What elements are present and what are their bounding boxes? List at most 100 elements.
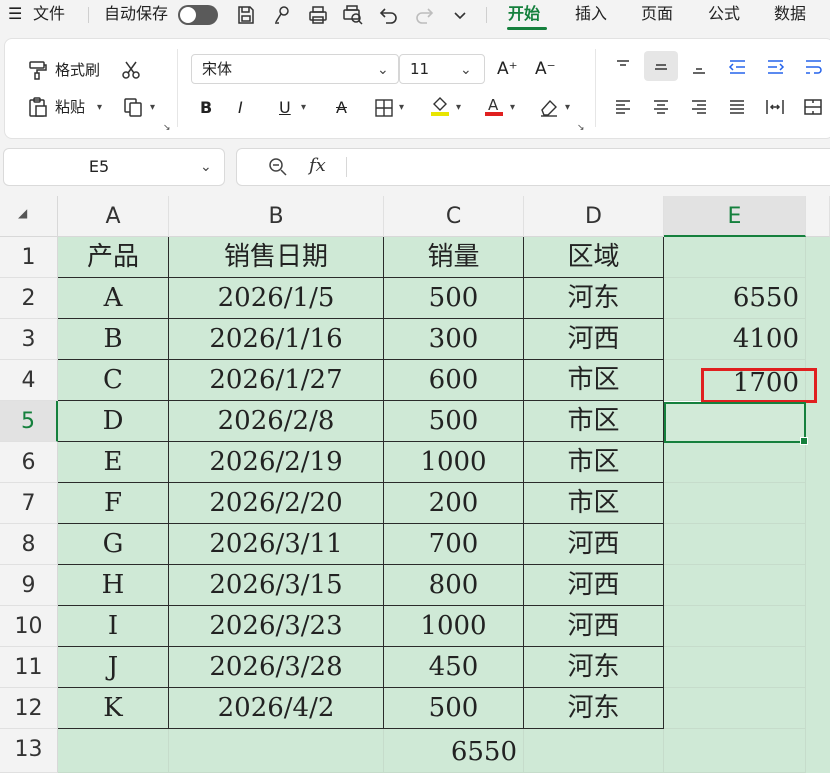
increase-indent-icon[interactable]	[764, 56, 786, 78]
table-cell[interactable]: 700	[384, 524, 524, 565]
hamburger-icon[interactable]: ☰	[8, 0, 22, 30]
row-header[interactable]: 10	[0, 606, 58, 647]
row-header[interactable]: 9	[0, 565, 58, 606]
table-cell[interactable]: 1000	[384, 442, 524, 483]
table-cell[interactable]: 市区	[524, 401, 664, 442]
table-cell[interactable]: 河东	[524, 278, 664, 319]
chevron-down-icon[interactable]: ▾	[97, 102, 102, 113]
chevron-down-icon[interactable]: ▾	[565, 102, 570, 113]
table-cell[interactable]: 2026/1/5	[169, 278, 384, 319]
tab-home[interactable]: 开始	[508, 0, 540, 30]
cell-e13[interactable]	[664, 729, 806, 773]
align-bottom-icon[interactable]	[688, 56, 710, 78]
chevron-down-icon[interactable]: ▾	[301, 102, 306, 113]
table-cell[interactable]: 河西	[524, 606, 664, 647]
table-cell[interactable]: 2026/2/20	[169, 483, 384, 524]
column-header-e[interactable]: E	[664, 196, 806, 237]
table-cell[interactable]: 2026/3/11	[169, 524, 384, 565]
tab-formula[interactable]: 公式	[708, 0, 740, 30]
table-cell[interactable]: 2026/3/15	[169, 565, 384, 606]
table-cell[interactable]: C	[58, 360, 169, 401]
table-cell[interactable]: 450	[384, 647, 524, 688]
row-header[interactable]: 6	[0, 442, 58, 483]
dialog-launcher-icon[interactable]: ↘	[163, 123, 171, 133]
print-preview-icon[interactable]	[342, 4, 364, 26]
table-cell[interactable]: 2026/1/27	[169, 360, 384, 401]
cell-d13[interactable]	[524, 729, 664, 773]
table-cell[interactable]: F	[58, 483, 169, 524]
chevron-down-icon[interactable]: ▾	[456, 102, 461, 113]
table-cell[interactable]: 600	[384, 360, 524, 401]
table-header-cell[interactable]: 区域	[524, 237, 664, 278]
column-header-c[interactable]: C	[384, 196, 524, 237]
cell-e3[interactable]: 4100	[664, 319, 806, 360]
row-header[interactable]: 1	[0, 237, 58, 278]
scissors-icon[interactable]	[120, 59, 142, 81]
table-cell[interactable]: 200	[384, 483, 524, 524]
table-cell[interactable]: 河西	[524, 319, 664, 360]
table-cell[interactable]: 800	[384, 565, 524, 606]
redo-icon[interactable]	[413, 4, 435, 26]
table-cell[interactable]: H	[58, 565, 169, 606]
cell-e2[interactable]: 6550	[664, 278, 806, 319]
table-header-cell[interactable]: 产品	[58, 237, 169, 278]
row-header[interactable]: 13	[0, 729, 58, 773]
tab-page[interactable]: 页面	[641, 0, 673, 30]
justify-icon[interactable]	[726, 96, 748, 118]
cell-e6[interactable]	[664, 442, 806, 483]
clear-format-icon[interactable]	[538, 96, 560, 118]
table-cell[interactable]: A	[58, 278, 169, 319]
undo-icon[interactable]	[378, 4, 400, 26]
table-cell[interactable]: D	[58, 401, 169, 442]
zoom-formula-icon[interactable]	[268, 157, 288, 181]
select-all-corner[interactable]: ◢	[0, 196, 58, 237]
italic-icon[interactable]: I	[238, 97, 243, 119]
table-cell[interactable]: 300	[384, 319, 524, 360]
table-cell[interactable]: 2026/4/2	[169, 688, 384, 729]
row-header[interactable]: 3	[0, 319, 58, 360]
table-cell[interactable]: J	[58, 647, 169, 688]
table-cell[interactable]: K	[58, 688, 169, 729]
chevron-down-icon[interactable]: ⌄	[200, 159, 212, 175]
cell-b13[interactable]	[169, 729, 384, 773]
tab-data[interactable]: 数据	[774, 0, 806, 30]
align-top-icon[interactable]	[612, 56, 634, 78]
cell-e12[interactable]	[664, 688, 806, 729]
tab-insert[interactable]: 插入	[575, 0, 607, 30]
total-cell[interactable]: 6550	[384, 729, 524, 773]
table-cell[interactable]: 河西	[524, 565, 664, 606]
table-cell[interactable]: 1000	[384, 606, 524, 647]
row-header[interactable]: 11	[0, 647, 58, 688]
merge-cells-icon[interactable]	[802, 96, 824, 118]
align-middle-icon[interactable]	[650, 56, 672, 78]
row-header[interactable]: 7	[0, 483, 58, 524]
cell-e7[interactable]	[664, 483, 806, 524]
table-cell[interactable]: 2026/2/8	[169, 401, 384, 442]
font-name-select[interactable]: 宋体 ⌄	[191, 54, 399, 84]
autosave-toggle[interactable]	[178, 5, 218, 25]
table-cell[interactable]: 河东	[524, 647, 664, 688]
table-cell[interactable]: 市区	[524, 442, 664, 483]
font-size-select[interactable]: 11 ⌄	[399, 54, 485, 84]
table-header-cell[interactable]: 销售日期	[169, 237, 384, 278]
table-header-cell[interactable]: 销量	[384, 237, 524, 278]
distribute-icon[interactable]	[764, 96, 786, 118]
column-f-cells[interactable]	[806, 237, 830, 773]
align-right-icon[interactable]	[688, 96, 710, 118]
increase-font-icon[interactable]: A⁺	[497, 58, 518, 80]
fx-button[interactable]: fx	[309, 155, 326, 176]
fill-color-icon[interactable]	[429, 94, 451, 116]
file-menu[interactable]: 文件	[33, 0, 65, 30]
name-box[interactable]: E5 ⌄	[3, 148, 225, 186]
cell-e11[interactable]	[664, 647, 806, 688]
table-cell[interactable]: 河东	[524, 688, 664, 729]
borders-icon[interactable]	[373, 97, 395, 119]
table-cell[interactable]: I	[58, 606, 169, 647]
row-header[interactable]: 12	[0, 688, 58, 729]
column-header-b[interactable]: B	[169, 196, 384, 237]
copy-icon[interactable]	[122, 96, 144, 118]
print-icon[interactable]	[307, 4, 329, 26]
table-cell[interactable]: 2026/1/16	[169, 319, 384, 360]
row-header[interactable]: 8	[0, 524, 58, 565]
row-header[interactable]: 5	[0, 401, 58, 442]
